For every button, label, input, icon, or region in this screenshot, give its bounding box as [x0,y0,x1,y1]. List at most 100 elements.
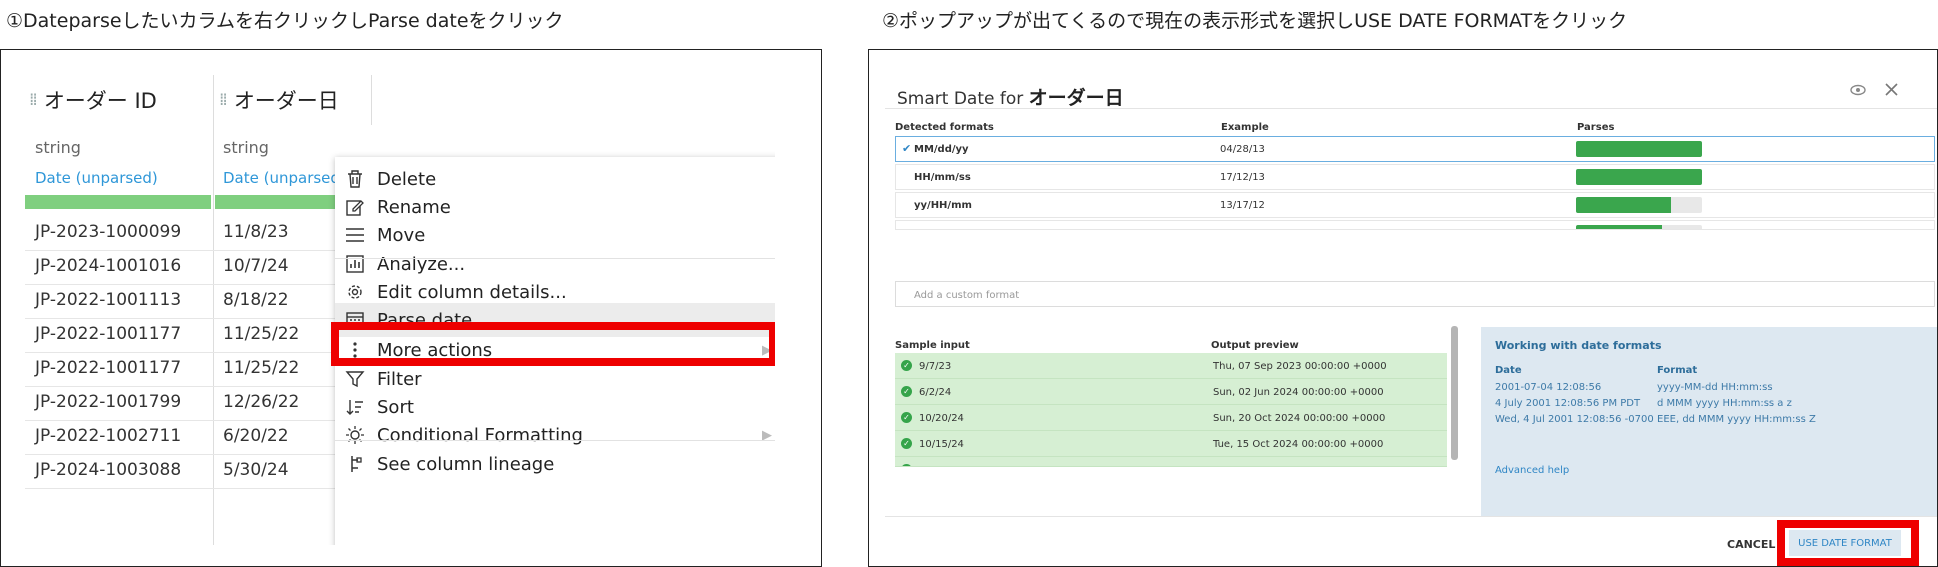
format-option[interactable]: ✔ MM/dd/yy 04/28/13 [895,136,1935,162]
sample-list-scrollbar[interactable] [1451,326,1458,460]
order-date-cell[interactable]: 11/25/22 [223,324,299,344]
parse-date-highlight [331,322,775,366]
sample-row: ✓ 9/7/23 Thu, 07 Sep 2023 00:00:00 +0000 [895,353,1447,379]
use-date-format-highlight [1777,520,1919,566]
sample-input: 10/15/24 [919,439,964,450]
column-header-order-id[interactable]: ⁞⁞ オーダー ID [29,75,157,125]
menu-item-label: Filter [377,368,422,390]
sun-icon [343,423,367,447]
sample-input: 11/19/24 [919,465,964,466]
column-type: string [35,138,81,157]
quality-bar [25,195,211,209]
drag-handle-icon[interactable]: ⁞⁞ [29,90,38,110]
sort-icon [343,395,367,419]
help-example-format: EEE, dd MMM yyyy HH:mm:ss Z [1657,414,1816,425]
help-example-date: Wed, 4 Jul 2001 12:08:56 -0700 [1495,414,1654,425]
trash-icon [343,167,367,191]
parse-rate-bar [1576,197,1702,213]
lineage-icon [343,452,367,476]
check-circle-icon: ✓ [901,360,912,371]
sample-row: ✓ 10/20/24 Sun, 20 Oct 2024 00:00:00 +0000 [895,405,1447,431]
drag-handle-icon[interactable]: ⁞⁞ [219,90,228,110]
output-preview: Sun, 20 Oct 2024 00:00:00 +0000 [1213,413,1386,424]
step1-panel: ⁞⁞ オーダー ID string Date (unparsed) ⁞⁞ オーダ… [0,49,822,567]
grid-screenshot: ⁞⁞ オーダー ID string Date (unparsed) ⁞⁞ オーダ… [25,75,775,545]
menu-item-label: Sort [377,396,414,418]
menu-item-see-column-lineage[interactable]: See column lineage [335,447,775,481]
check-circle-icon: ✓ [901,386,912,397]
check-circle-icon: ✓ [901,438,912,449]
help-title: Working with date formats [1495,339,1662,352]
column-divider [371,75,372,125]
detected-formats-header: Detected formats [895,122,994,133]
order-id-cell[interactable]: JP-2024-1001016 [35,256,181,276]
column-title: オーダー日 [233,89,339,113]
parse-rate-bar [1576,225,1702,229]
advanced-help-link[interactable]: Advanced help [1495,465,1569,476]
help-example-date: 4 July 2001 12:08:56 PM PDT [1495,398,1641,409]
menu-item-label: Move [377,224,426,246]
order-date-cell[interactable]: 5/30/24 [223,460,289,480]
format-option[interactable]: yy/HH/mm 13/17/12 [895,192,1935,218]
close-icon[interactable] [1885,80,1898,101]
column-type: string [223,138,269,157]
format-example: 17/12/13 [1220,172,1265,183]
chart-icon [343,252,367,276]
dialog-title: Smart Date for オーダー日 [897,83,1124,110]
output-preview: Thu, 07 Sep 2023 00:00:00 +0000 [1213,361,1387,372]
help-date-header: Date [1495,365,1522,376]
order-id-cell[interactable]: JP-2024-1003088 [35,460,181,480]
output-preview: Sun, 02 Jun 2024 00:00:00 +0000 [1213,387,1384,398]
help-example-format: yyyy-MM-dd HH:mm:ss [1657,382,1773,393]
sample-row: ✓ 6/2/24 Sun, 02 Jun 2024 00:00:00 +0000 [895,379,1447,405]
order-date-cell[interactable]: 8/18/22 [223,290,289,310]
column-title: オーダー ID [43,89,157,113]
format-name: MM/yy/HH [914,228,971,229]
order-id-cell[interactable]: JP-2022-1001177 [35,358,181,378]
menu-item-label: Analyze... [377,253,466,275]
order-date-cell[interactable]: 10/7/24 [223,256,289,276]
check-circle-icon: ✓ [901,412,912,423]
menu-separator [335,440,775,441]
order-date-cell[interactable]: 11/8/23 [223,222,289,242]
menu-lines-icon [343,223,367,247]
order-id-cell[interactable]: JP-2022-1001113 [35,290,181,310]
output-preview-header: Output preview [1211,340,1299,351]
eye-icon[interactable] [1850,80,1866,101]
format-option[interactable]: MM/yy/HH 04/13/17 [895,220,1935,230]
step2-panel: Smart Date for オーダー日 Detected formats Ex… [868,49,1938,567]
cancel-button[interactable]: CANCEL [1727,538,1775,551]
sample-row: ✓ 11/19/24 Tue, 19 Nov 2024 00:00:00 +0000 [895,457,1447,467]
column-header-order-date[interactable]: ⁞⁞ オーダー日 [219,75,339,125]
output-preview: Tue, 15 Oct 2024 00:00:00 +0000 [1213,439,1384,450]
format-name: HH/mm/ss [914,172,971,183]
order-id-cell[interactable]: JP-2022-1001177 [35,324,181,344]
output-preview: Tue, 19 Nov 2024 00:00:00 +0000 [1213,465,1386,466]
column-status: Date (unparsed) [223,169,346,187]
help-format-header: Format [1657,365,1698,376]
order-id-cell[interactable]: JP-2022-1001799 [35,392,181,412]
format-name: yy/HH/mm [914,200,972,211]
sample-input: 9/7/23 [919,361,952,372]
menu-item-label: Edit column details... [377,281,567,303]
dialog-title-divider [885,108,1937,109]
order-date-cell[interactable]: 12/26/22 [223,392,299,412]
step2-caption: ②ポップアップが出てくるので現在の表示形式を選択しUSE DATE FORMAT… [882,10,1628,32]
custom-format-input[interactable]: Add a custom format [895,281,1935,307]
format-option[interactable]: HH/mm/ss 17/12/13 [895,164,1935,190]
sample-input-header: Sample input [895,340,970,351]
order-date-cell[interactable]: 6/20/22 [223,426,289,446]
sample-row: ✓ 10/15/24 Tue, 15 Oct 2024 00:00:00 +0000 [895,431,1447,457]
order-id-cell[interactable]: JP-2023-1000099 [35,222,181,242]
help-example-date: 2001-07-04 12:08:56 [1495,382,1602,393]
order-id-cell[interactable]: JP-2022-1002711 [35,426,181,446]
menu-item-label: See column lineage [377,453,555,475]
menu-item-label: Conditional Formatting [377,424,583,446]
order-date-cell[interactable]: 11/25/22 [223,358,299,378]
format-example: 04/28/13 [1220,144,1265,155]
column-status: Date (unparsed) [35,169,158,187]
menu-separator [335,258,775,259]
check-circle-icon: ✓ [901,464,912,466]
pencil-icon [343,195,367,219]
dialog-title-column: オーダー日 [1028,87,1124,109]
